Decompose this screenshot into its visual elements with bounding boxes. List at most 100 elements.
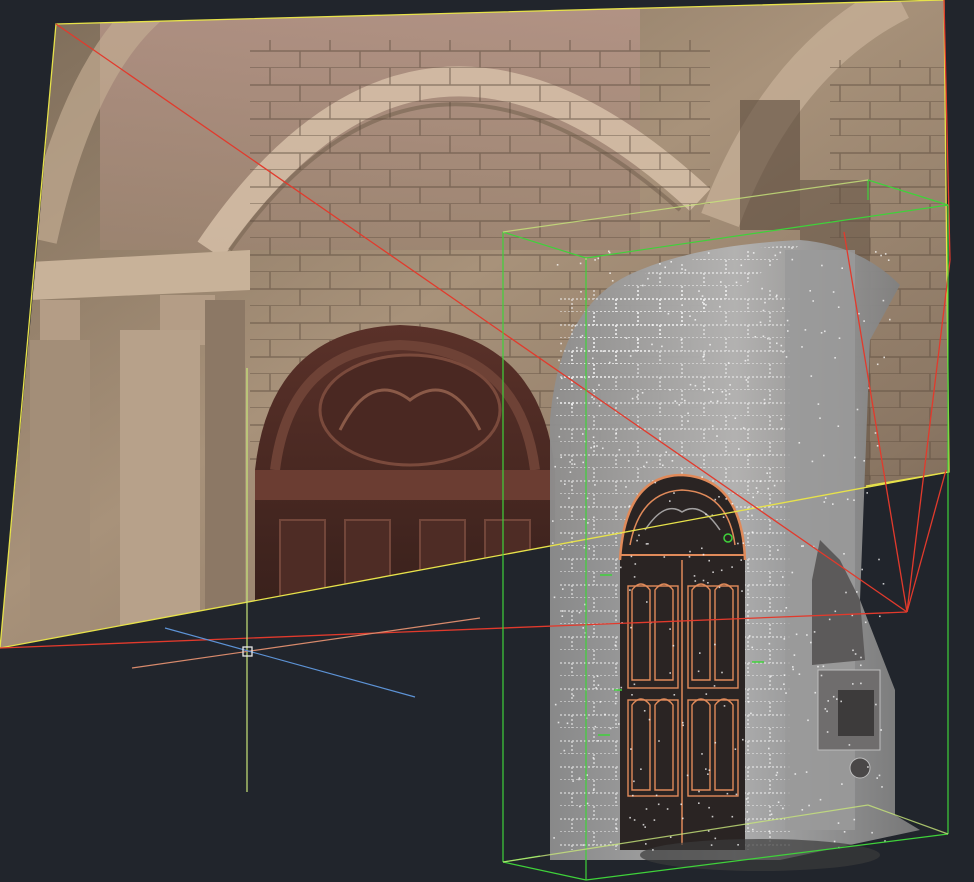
scan-point: [697, 670, 700, 673]
scan-point: [720, 569, 723, 572]
scan-point: [647, 277, 649, 280]
scan-point: [710, 400, 712, 403]
scan-point: [578, 611, 581, 614]
scan-point: [832, 291, 835, 293]
scan-point: [832, 695, 835, 698]
scan-point: [779, 251, 782, 254]
scan-point: [852, 683, 854, 685]
scan-point: [609, 361, 611, 364]
scan-point: [725, 498, 727, 500]
scan-point: [633, 683, 636, 686]
scan-point: [673, 694, 676, 696]
scan-point: [866, 492, 868, 494]
scan-point: [828, 618, 831, 621]
scan-point: [876, 363, 879, 366]
scan-point: [843, 553, 845, 555]
scan-point: [674, 400, 677, 402]
scan-point: [687, 412, 689, 415]
scan-point: [645, 543, 648, 545]
scan-point: [814, 691, 817, 694]
scan-point: [702, 553, 705, 556]
scan-point: [578, 778, 580, 781]
scan-point: [569, 471, 572, 473]
scan-point: [856, 591, 858, 593]
scan-point: [860, 664, 862, 667]
scan-point: [822, 665, 825, 668]
scan-point: [687, 420, 689, 422]
scan-point: [646, 601, 648, 603]
scan-point: [820, 674, 823, 677]
scan-point: [780, 418, 782, 421]
scan-point: [630, 555, 633, 558]
scan-point: [876, 777, 878, 779]
scan-point: [728, 393, 731, 395]
scan-point: [854, 653, 857, 655]
scan-point: [726, 792, 729, 795]
scan-point: [684, 269, 687, 271]
scan-point: [767, 337, 769, 340]
scan-point: [884, 253, 887, 255]
scan-point: [562, 588, 564, 590]
scan-point: [721, 391, 724, 393]
scan-point: [618, 449, 621, 451]
scan-point: [689, 550, 691, 553]
scan-point: [782, 807, 784, 810]
point-cloud-model[interactable]: [550, 240, 920, 871]
scan-point: [770, 813, 773, 816]
scan-point: [750, 712, 752, 715]
scan-point: [562, 610, 564, 612]
scan-point: [640, 768, 642, 770]
scan-point: [651, 343, 653, 346]
scan-point: [791, 258, 794, 261]
scan-point: [856, 408, 859, 411]
scan-point: [875, 703, 877, 706]
scan-point: [747, 701, 750, 703]
scan-point: [770, 675, 772, 677]
scan-point: [669, 500, 671, 502]
scan-point: [633, 819, 636, 821]
scan-point: [744, 359, 747, 362]
scan-point: [681, 304, 683, 306]
scan-point: [740, 559, 742, 561]
scan-point: [616, 828, 618, 830]
scan-point: [587, 522, 589, 524]
scan-point: [672, 644, 675, 647]
viewport-scene[interactable]: [0, 0, 974, 882]
scan-point: [880, 254, 882, 257]
scan-point: [592, 357, 594, 360]
scan-point: [659, 263, 661, 265]
scan-point: [581, 334, 584, 337]
scan-point: [879, 615, 881, 618]
scan-point: [582, 433, 584, 435]
scan-point: [843, 831, 846, 833]
scan-point: [631, 397, 634, 400]
scan-point: [767, 487, 769, 490]
scan-point: [763, 398, 766, 401]
scan-point: [633, 780, 635, 783]
scan-point: [787, 330, 789, 332]
scan-point: [713, 685, 716, 687]
scan-point: [573, 463, 576, 465]
scan-point: [670, 261, 672, 263]
scan-point: [642, 823, 645, 826]
scan-point: [558, 359, 560, 362]
scan-point: [853, 499, 855, 501]
scan-point: [860, 656, 862, 659]
scan-point: [634, 563, 637, 565]
scan-point: [627, 460, 630, 462]
scan-point: [590, 446, 592, 449]
scan-point: [746, 604, 749, 606]
scan-point: [734, 748, 737, 750]
scan-point: [597, 740, 599, 742]
scan-point: [625, 486, 627, 488]
cad-viewport[interactable]: [0, 0, 974, 882]
scan-point: [560, 342, 562, 345]
scan-point: [568, 497, 570, 499]
scan-point: [594, 259, 596, 261]
scan-point: [698, 790, 700, 793]
scan-point: [579, 805, 581, 808]
scan-point: [848, 744, 851, 746]
scan-point: [592, 789, 595, 791]
scan-point: [786, 319, 789, 322]
scan-point: [740, 264, 743, 267]
